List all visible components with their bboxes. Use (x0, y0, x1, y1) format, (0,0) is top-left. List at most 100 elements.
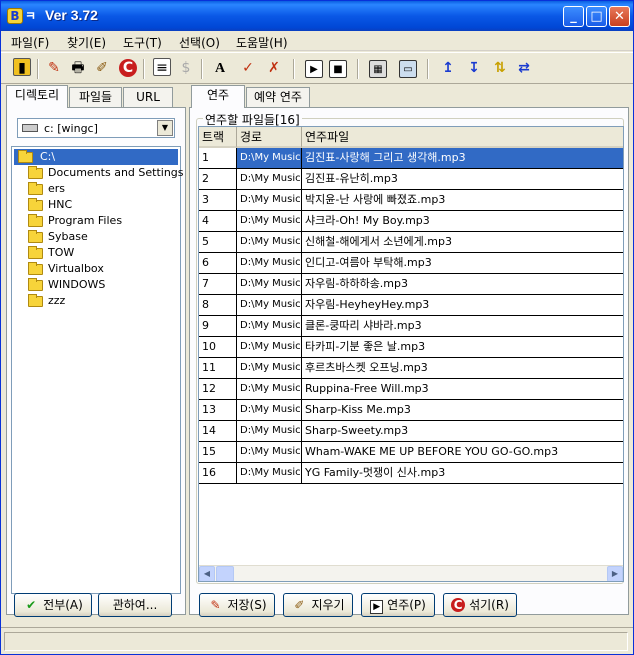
about-label: 관하여... (112, 598, 158, 612)
tab-directory[interactable]: 디렉토리 (6, 85, 68, 108)
mark-tool-icon[interactable]: ✓ (237, 57, 259, 79)
scroll-right-icon[interactable]: ▶ (607, 566, 623, 581)
tree-item-label: HNC (48, 198, 73, 211)
shuffle-button[interactable]: C 섞기(R) (443, 593, 517, 617)
drive-select[interactable]: c: [wingc] ▼ (17, 118, 175, 138)
menu-file[interactable]: 파일(F) (11, 34, 49, 51)
tree-item[interactable]: Sybase (14, 229, 178, 245)
disabled-tool-icon[interactable]: $ (175, 57, 197, 79)
play-label: 연주(P) (387, 598, 426, 612)
checkmark-icon: ✔ (26, 598, 37, 612)
shuffle-icon: C (451, 598, 466, 612)
tree-item[interactable]: WINDOWS (14, 277, 178, 293)
tree-item-label: WINDOWS (48, 278, 106, 291)
tab-play[interactable]: 연주 (191, 85, 245, 108)
about-button[interactable]: 관하여... (98, 593, 172, 617)
file-cell: 김진표-유난히.mp3 (302, 169, 623, 190)
tree-item[interactable]: Program Files (14, 213, 178, 229)
table-row[interactable]: 11 D:\My Music 후르츠바스켓 오프닝.mp3 (199, 358, 623, 379)
save-button[interactable]: ✎ 저장(S) (199, 593, 275, 617)
calculator-tool-icon[interactable]: ▦ (367, 57, 389, 79)
delete-button[interactable]: ✐ 지우기 (283, 593, 353, 617)
table-row[interactable]: 2 D:\My Music 김진표-유난히.mp3 (199, 169, 623, 190)
move-up-tool-icon[interactable]: ↥ (437, 57, 459, 79)
column-header-path[interactable]: 경로 (237, 127, 302, 148)
tree-item[interactable]: Virtualbox (14, 261, 178, 277)
track-cell: 9 (199, 316, 237, 337)
unmark-tool-icon[interactable]: ✗ (263, 57, 285, 79)
play-button[interactable]: ▶ 연주(P) (361, 593, 435, 617)
path-cell: D:\My Music (237, 211, 302, 232)
refresh-tool-icon[interactable]: C (117, 57, 139, 79)
horizontal-scrollbar[interactable]: ◀ ▶ (199, 565, 623, 581)
scroll-thumb[interactable] (216, 566, 234, 581)
folder-icon (28, 182, 43, 195)
table-row[interactable]: 14 D:\My Music Sharp-Sweety.mp3 (199, 421, 623, 442)
table-row[interactable]: 12 D:\My Music Ruppina-Free Will.mp3 (199, 379, 623, 400)
play-tool-icon[interactable]: ▶ (303, 57, 325, 79)
menu-help[interactable]: 도움말(H) (236, 34, 288, 51)
move-down-tool-icon[interactable]: ↧ (463, 57, 485, 79)
table-row[interactable]: 4 D:\My Music 샤크라-Oh! My Boy.mp3 (199, 211, 623, 232)
chevron-down-icon[interactable]: ▼ (157, 120, 173, 136)
path-cell: D:\My Music (237, 337, 302, 358)
stop-tool-icon[interactable]: ■ (327, 57, 349, 79)
print-tool-icon[interactable]: 🖶 (67, 57, 89, 79)
toolbar-separator (427, 59, 429, 79)
tree-item[interactable]: TOW (14, 245, 178, 261)
table-row[interactable]: 3 D:\My Music 박지윤-난 사랑에 빠졌죠.mp3 (199, 190, 623, 211)
path-cell: D:\My Music (237, 232, 302, 253)
tree-item-root[interactable]: C:\ (14, 149, 178, 165)
tab-files[interactable]: 파일들 (69, 87, 122, 107)
close-button[interactable]: ✕ (609, 6, 630, 27)
column-header-track[interactable]: 트랙 (199, 127, 237, 148)
window-title: Ver 3.72 (45, 7, 98, 23)
table-row[interactable]: 1 D:\My Music 김진표-사랑해 그리고 생각해.mp3 (199, 148, 623, 169)
track-cell: 15 (199, 442, 237, 463)
shuffle-tool-icon[interactable]: ⇄ (513, 57, 535, 79)
minimize-button[interactable]: _ (563, 6, 584, 27)
menu-select[interactable]: 선택(O) (179, 34, 220, 51)
table-row[interactable]: 10 D:\My Music 타카피-기분 좋은 날.mp3 (199, 337, 623, 358)
play-panel: 연주할 파일들[16] 트랙 경로 연주파일 1 D:\My Music 김진표-사… (189, 107, 629, 615)
table-row[interactable]: 7 D:\My Music 자우림-하하하송.mp3 (199, 274, 623, 295)
path-cell: D:\My Music (237, 358, 302, 379)
font-tool-icon[interactable]: A (209, 57, 231, 79)
tab-url[interactable]: URL (123, 87, 173, 107)
table-row[interactable]: 5 D:\My Music 신해철-해에게서 소년에게.mp3 (199, 232, 623, 253)
table-row[interactable]: 13 D:\My Music Sharp-Kiss Me.mp3 (199, 400, 623, 421)
clean-tool-icon[interactable]: ✐ (91, 57, 113, 79)
table-row[interactable]: 8 D:\My Music 자우림-HeyheyHey.mp3 (199, 295, 623, 316)
tree-item[interactable]: HNC (14, 197, 178, 213)
menu-tools[interactable]: 도구(T) (123, 34, 162, 51)
sort-tool-icon[interactable]: ⇅ (489, 57, 511, 79)
tree-item[interactable]: zzz (14, 293, 178, 309)
right-panel: 연주 예약 연주 연주할 파일들[16] 트랙 경로 연주파일 1 D:\My M… (189, 85, 629, 625)
document-tool-icon[interactable]: ≡ (151, 57, 173, 79)
track-cell: 8 (199, 295, 237, 316)
scroll-left-icon[interactable]: ◀ (199, 566, 215, 581)
select-all-button[interactable]: ✔ 전부(A) (14, 593, 92, 617)
play-icon: ▶ (370, 600, 384, 614)
table-row[interactable]: 16 D:\My Music YG Family-멋쟁이 신사.mp3 (199, 463, 623, 484)
window-tool-icon[interactable]: ▭ (397, 57, 419, 79)
menu-find[interactable]: 찾기(E) (67, 34, 106, 51)
tree-item-label: ers (48, 182, 66, 195)
menu-bar: 파일(F) 찾기(E) 도구(T) 선택(O) 도움말(H) (1, 31, 633, 51)
file-cell: Sharp-Sweety.mp3 (302, 421, 623, 442)
table-row[interactable]: 6 D:\My Music 인디고-여름아 부탁해.mp3 (199, 253, 623, 274)
exit-tool-icon[interactable]: ▮ (11, 57, 33, 79)
tab-scheduled-play[interactable]: 예약 연주 (246, 87, 310, 107)
tree-item[interactable]: Documents and Settings (14, 165, 184, 181)
column-header-file[interactable]: 연주파일 (302, 127, 623, 148)
title-bar[interactable]: B ㅋ Ver 3.72 _ □ ✕ (1, 1, 633, 31)
playlist-table[interactable]: 트랙 경로 연주파일 1 D:\My Music 김진표-사랑해 그리고 생각해.m… (198, 126, 624, 582)
tree-item[interactable]: ers (14, 181, 178, 197)
table-row[interactable]: 9 D:\My Music 클론-쿵따리 샤바라.mp3 (199, 316, 623, 337)
left-tabs: 디렉토리 파일들 URL (6, 85, 186, 108)
table-row[interactable]: 15 D:\My Music Wham-WAKE ME UP BEFORE YOU … (199, 442, 623, 463)
maximize-button[interactable]: □ (586, 6, 607, 27)
edit-list-tool-icon[interactable]: ✎ (43, 57, 65, 79)
folder-tree[interactable]: C:\ Documents and Settings ers HNC Progr… (11, 146, 184, 594)
path-cell: D:\My Music (237, 400, 302, 421)
